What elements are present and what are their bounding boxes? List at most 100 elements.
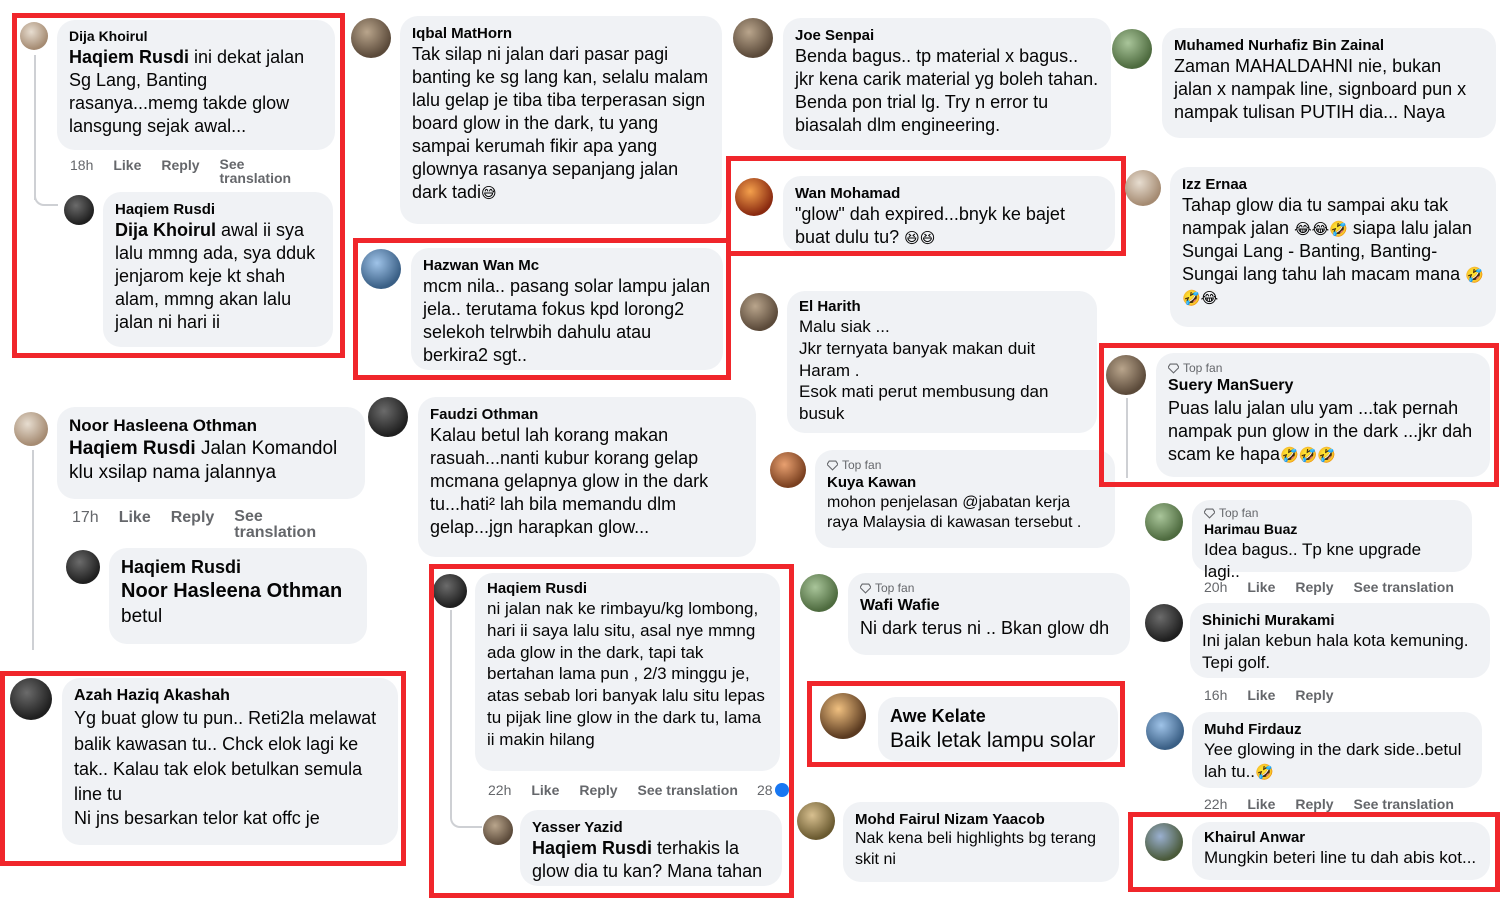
comment-author[interactable]: Haqiem Rusdi [115,200,321,219]
comment-text: Yg buat glow tu pun.. Reti2la melawat ba… [74,708,377,805]
avatar[interactable] [10,678,52,720]
comment-text: Esok mati perut membusung dan busuk [799,382,1049,424]
comment-author[interactable]: Yasser Yazid [532,818,770,837]
comment-author[interactable]: Joe Senpai [795,26,1099,45]
comment-author[interactable]: Haqiem Rusdi [121,556,355,579]
comment-author[interactable]: Muhd Firdauz [1204,720,1470,739]
avatar[interactable] [351,18,391,58]
comment-actions: 22h Like Reply See translation [488,782,738,798]
top-fan-badge: Top fan [860,581,1118,596]
comment-text: Baik letak lampu solar [890,729,1096,753]
avatar[interactable] [800,574,838,612]
avatar[interactable] [740,293,778,331]
avatar[interactable] [368,397,408,437]
mention[interactable]: Haqiem Rusdi [69,47,189,67]
comment-text: mohon penjelasan @jabatan kerja raya Mal… [827,493,1082,532]
comment-text: Benda bagus.. tp material x bagus.. jkr … [795,46,1099,136]
avatar[interactable] [735,178,773,216]
comment-bubble: Top fan Wafi Wafie Ni dark terus ni .. B… [848,573,1130,655]
comment-text: Idea bagus.. Tp kne upgrade lagi.. [1204,540,1422,582]
avatar[interactable] [1145,823,1183,861]
thread-connector [450,800,482,828]
reply-button[interactable]: Reply [1295,579,1333,595]
mention[interactable]: Haqiem Rusdi [532,838,652,858]
avatar[interactable] [733,18,773,58]
comment-author[interactable]: Faudzi Othman [430,405,744,424]
like-button[interactable]: Like [113,157,141,185]
comment-author[interactable]: Wan Mohamad [795,184,1103,203]
reaction-count[interactable]: 28 [757,782,789,798]
reply-button[interactable]: Reply [161,157,199,185]
comment-author[interactable]: Kuya Kawan [827,473,1103,492]
avatar[interactable] [820,693,866,739]
mention[interactable]: Haqiem Rusdi [69,438,196,459]
comment-text: Haqiem Rusdi ini dekat jalan Sg Lang, Ba… [69,46,305,136]
mention[interactable]: Noor Hasleena Othman [121,579,355,605]
comment-time[interactable]: 22h [1204,796,1227,812]
comment-author[interactable]: Dija Khoirul [69,28,323,46]
comment-time[interactable]: 17h [72,509,99,541]
avatar[interactable] [20,22,48,50]
comment-bubble: Khairul Anwar Mungkin beteri line tu dah… [1192,822,1490,880]
comment-bubble: Top fan Suery ManSuery Puas lalu jalan u… [1156,353,1490,477]
avatar[interactable] [1145,604,1183,642]
avatar[interactable] [770,452,806,488]
comment-author[interactable]: Azah Haziq Akashah [74,686,386,706]
diamond-icon [1168,363,1179,374]
comment-author[interactable]: Suery ManSuery [1168,376,1478,396]
comment-time[interactable]: 20h [1204,579,1227,595]
comment-bubble: Muhd Firdauz Yee glowing in the dark sid… [1192,712,1482,788]
avatar[interactable] [14,412,48,446]
like-button[interactable]: Like [119,509,151,541]
comment-author[interactable]: Wafi Wafie [860,596,1118,616]
comment-author[interactable]: Harimau Buaz [1204,521,1460,539]
avatar[interactable] [1106,355,1146,395]
comment-author[interactable]: Khairul Anwar [1204,828,1478,847]
comment-text: Ni dark terus ni .. Bkan glow dh [860,617,1110,638]
comment-author[interactable]: Hazwan Wan Mc [423,256,711,275]
reply-button[interactable]: Reply [1295,687,1333,703]
avatar[interactable] [797,802,835,840]
avatar[interactable] [64,195,94,225]
avatar[interactable] [433,574,467,608]
comment-text: Nak kena beli highlights bg terang skit … [855,830,1097,868]
reply-button[interactable]: Reply [171,509,215,541]
thread-line [450,610,452,805]
comment-time[interactable]: 16h [1204,687,1227,703]
rofl-emoji: 🤣 [1255,762,1274,781]
comment-time[interactable]: 18h [70,157,93,185]
comment-author[interactable]: Awe Kelate [890,705,1106,728]
comment-author[interactable]: Noor Hasleena Othman [69,415,353,437]
avatar[interactable] [483,815,513,845]
comment-author[interactable]: Iqbal MatHorn [412,24,710,43]
reply-button[interactable]: Reply [579,782,617,798]
comment-author[interactable]: Muhamed Nurhafiz Bin Zainal [1174,36,1484,55]
comment-author[interactable]: Haqiem Rusdi [487,579,768,598]
like-reaction-icon [774,783,789,797]
see-translation-link[interactable]: See translation [638,782,738,798]
comment-author[interactable]: El Harith [799,297,1085,316]
reply-button[interactable]: Reply [1295,796,1333,812]
see-translation-link[interactable]: See translation [1354,796,1454,812]
mention[interactable]: Dija Khoirul [115,220,216,240]
avatar[interactable] [66,550,100,584]
avatar[interactable] [1112,29,1152,69]
see-translation-link[interactable]: See translation [234,509,324,541]
thread-line [32,450,34,650]
like-button[interactable]: Like [531,782,559,798]
like-button[interactable]: Like [1247,687,1275,703]
see-translation-link[interactable]: See translation [1354,579,1454,595]
see-translation-link[interactable]: See translation [220,157,300,185]
avatar[interactable] [361,249,401,289]
comment-author[interactable]: Shinichi Murakami [1202,611,1478,630]
like-button[interactable]: Like [1247,579,1275,595]
avatar[interactable] [1145,503,1183,541]
like-button[interactable]: Like [1247,796,1275,812]
thread-line [34,55,36,200]
avatar[interactable] [1125,170,1161,206]
comment-author[interactable]: Mohd Fairul Nizam Yaacob [855,810,1107,829]
comment-time[interactable]: 22h [488,782,511,798]
comment-author[interactable]: Izz Ernaa [1182,175,1484,194]
comment-bubble: Haqiem Rusdi Noor Hasleena Othman betul [109,548,367,644]
avatar[interactable] [1146,712,1184,750]
